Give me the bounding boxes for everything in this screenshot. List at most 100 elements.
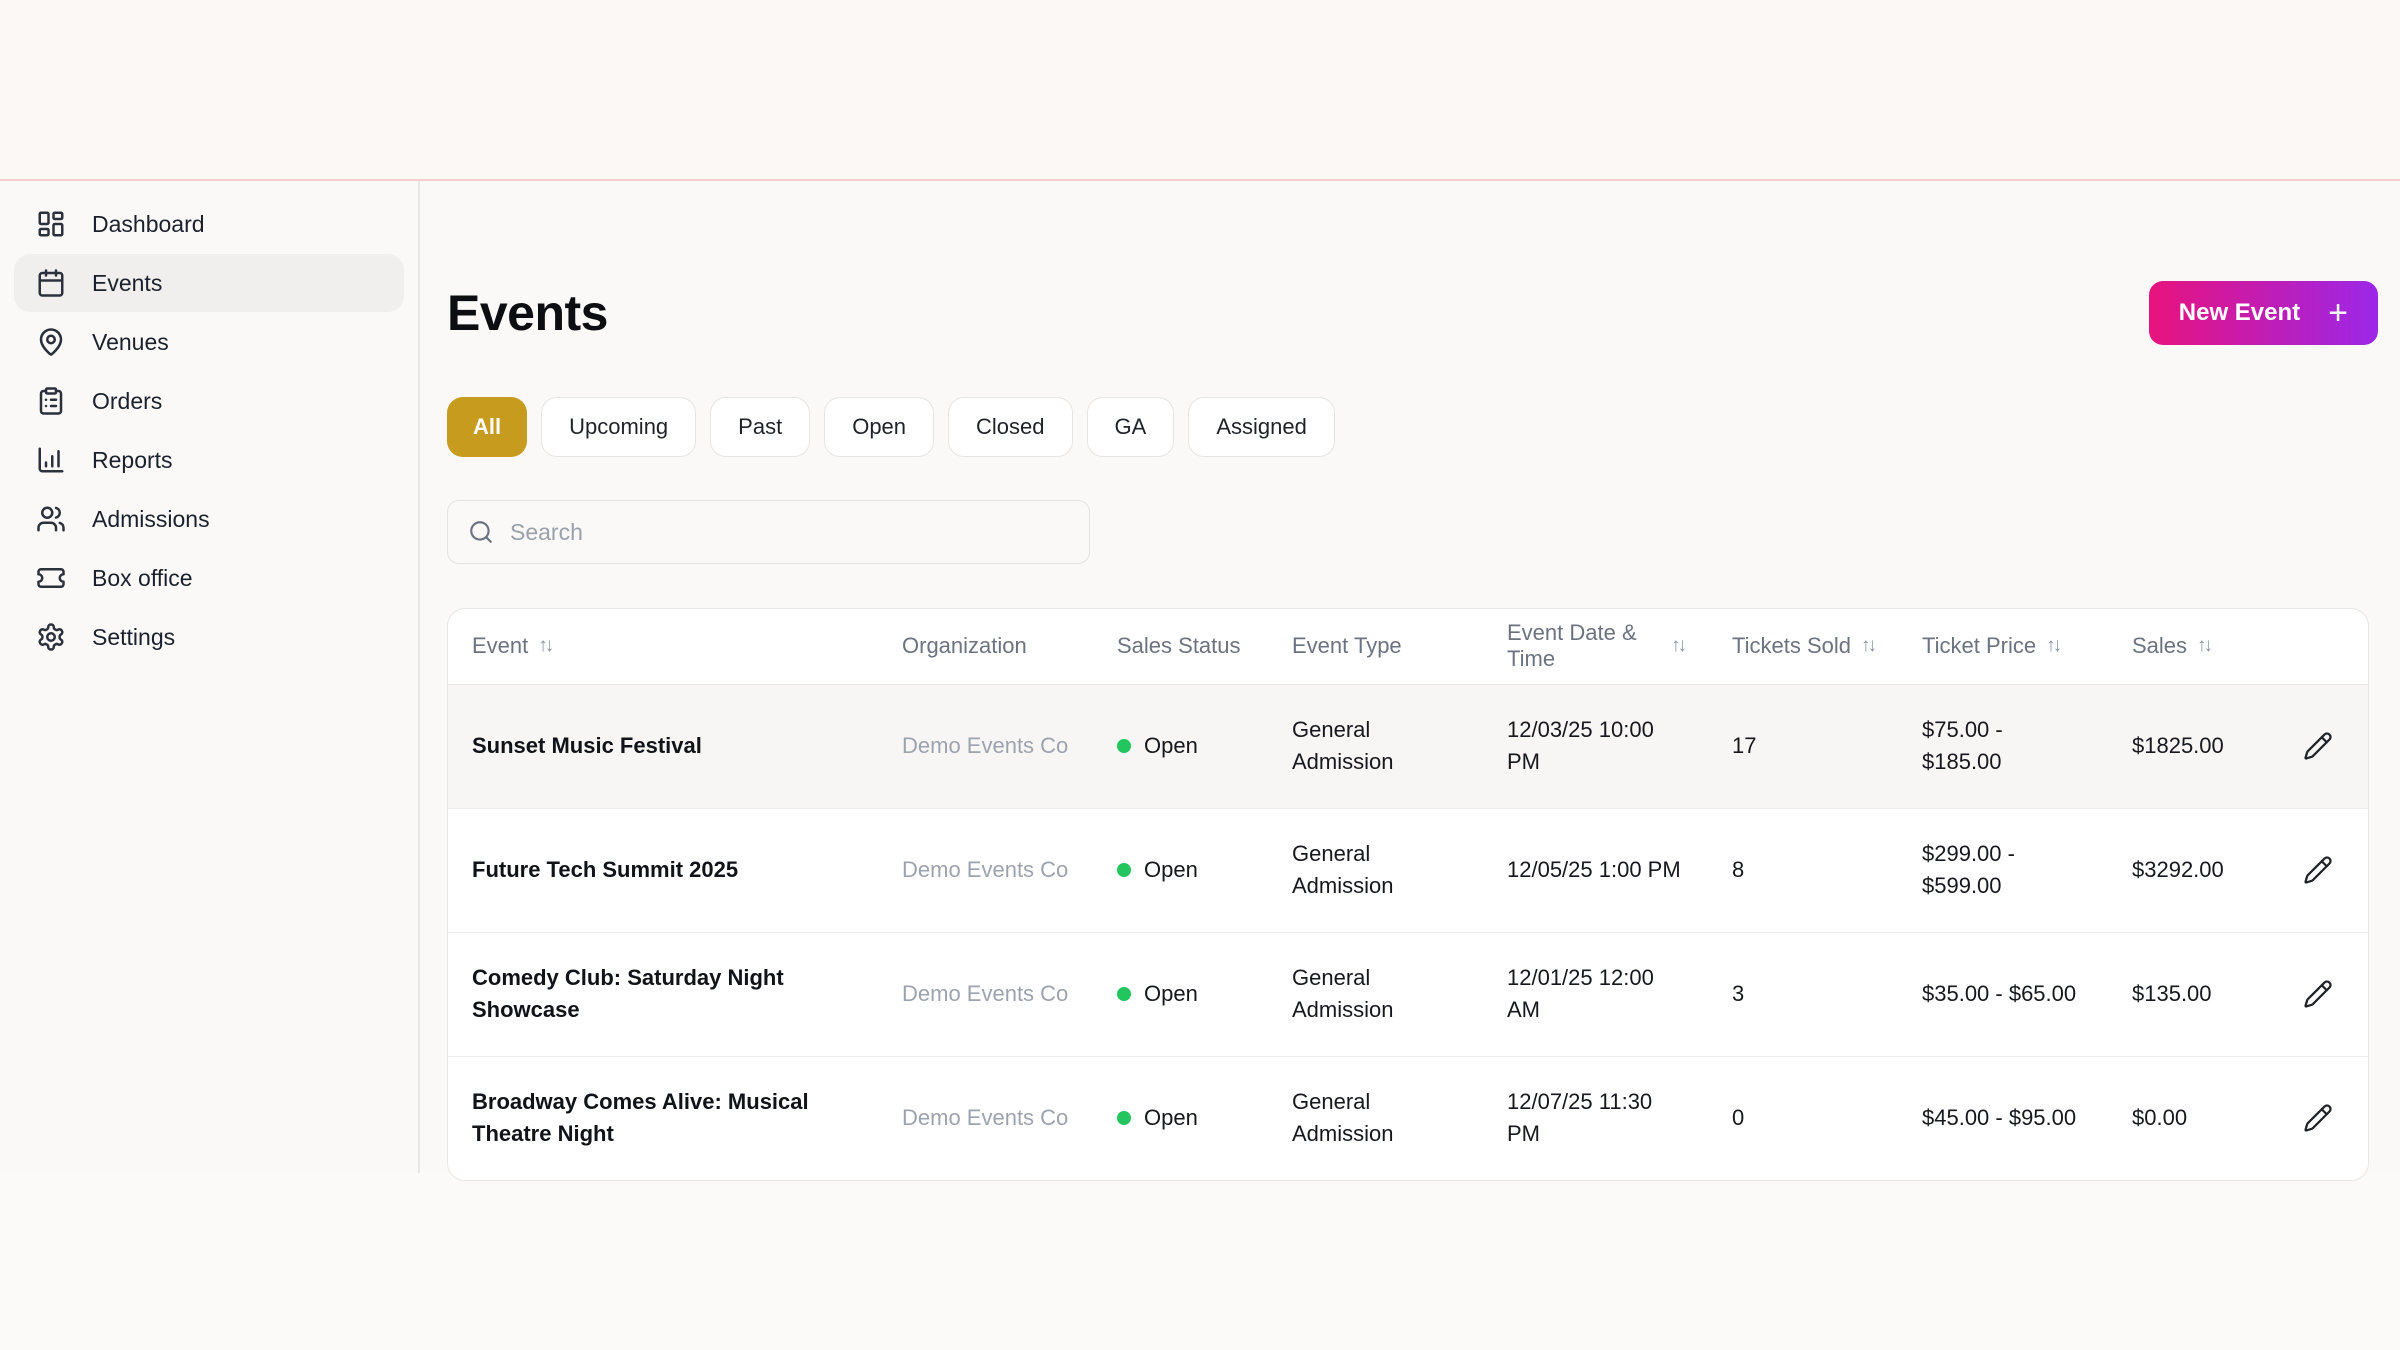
sidebar-item-label: Box office <box>92 564 193 591</box>
clipboard-icon <box>39 387 63 415</box>
sales-amount: $0.00 <box>2132 1105 2188 1131</box>
sidebar-item-reports[interactable]: Reports <box>14 431 404 489</box>
sidebar-item-box-office[interactable]: Box office <box>14 549 404 607</box>
column-header-sales-status: Sales Status <box>1093 609 1268 685</box>
status-label: Open <box>1144 857 1198 883</box>
table-row[interactable]: Broadway Comes Alive: Musical Theatre Ni… <box>448 1055 2368 1180</box>
sidebar-item-label: Admissions <box>92 505 210 532</box>
filter-chip-upcoming[interactable]: Upcoming <box>541 397 697 457</box>
status-label: Open <box>1144 981 1198 1007</box>
events-table-card: Event ↑↓ Organization Sales Status Event … <box>447 608 2369 1181</box>
filter-chip-ga[interactable]: GA <box>1086 397 1175 457</box>
filter-chip-all[interactable]: All <box>447 397 528 457</box>
gear-icon <box>38 623 64 651</box>
event-type: General Admission <box>1292 841 1394 898</box>
sort-icon: ↑↓ <box>2046 635 2062 657</box>
event-name: Comedy Club: Saturday Night Showcase <box>472 965 784 1022</box>
status-badge: Open <box>1117 1102 1244 1134</box>
dashboard-icon <box>38 211 64 237</box>
page-title: Events <box>447 285 608 341</box>
bar-chart-icon <box>38 447 64 473</box>
search-box <box>447 500 1090 564</box>
sort-icon: ↑↓ <box>1861 635 1877 657</box>
table-row[interactable]: Sunset Music Festival Demo Events Co Ope… <box>448 684 2368 808</box>
filter-chip-open[interactable]: Open <box>824 397 935 457</box>
filter-chip-past[interactable]: Past <box>710 397 811 457</box>
sidebar: Dashboard Events Venues Orders Reports A… <box>0 181 420 1173</box>
tickets-sold: 17 <box>1732 733 1757 759</box>
new-event-label: New Event <box>2178 299 2301 326</box>
sidebar-item-label: Dashboard <box>92 210 205 237</box>
sales-amount: $135.00 <box>2132 981 2212 1007</box>
table-header-row: Event ↑↓ Organization Sales Status Event … <box>448 609 2368 685</box>
sort-icon: ↑↓ <box>1671 635 1687 657</box>
sort-icon: ↑↓ <box>538 635 554 657</box>
users-icon <box>37 506 65 532</box>
events-table: Event ↑↓ Organization Sales Status Event … <box>448 609 2368 1180</box>
edit-event-button[interactable] <box>2297 725 2339 767</box>
sidebar-item-events[interactable]: Events <box>14 254 404 312</box>
event-name: Broadway Comes Alive: Musical Theatre Ni… <box>472 1089 809 1147</box>
top-band <box>0 0 2400 181</box>
sidebar-item-label: Events <box>92 269 163 296</box>
event-date: 12/01/25 12:00 AM <box>1507 965 1654 1022</box>
plus-icon: + <box>2328 294 2348 332</box>
column-header-tickets-sold[interactable]: Tickets Sold ↑↓ <box>1708 609 1898 685</box>
sidebar-item-label: Orders <box>92 387 163 414</box>
status-dot-icon <box>1117 986 1131 1001</box>
status-dot-icon <box>1117 862 1131 877</box>
sales-amount: $1825.00 <box>2132 733 2224 759</box>
event-date: 12/05/25 1:00 PM <box>1507 857 1681 883</box>
sidebar-item-admissions[interactable]: Admissions <box>14 490 404 548</box>
pencil-icon <box>2304 1104 2332 1132</box>
column-header-date[interactable]: Event Date & Time ↑↓ <box>1483 609 1708 685</box>
sidebar-nav: Dashboard Events Venues Orders Reports A… <box>0 195 418 666</box>
filter-chips: All Upcoming Past Open Closed GA Assigne… <box>447 397 2378 457</box>
table-row[interactable]: Comedy Club: Saturday Night Showcase Dem… <box>448 931 2368 1056</box>
sidebar-item-label: Settings <box>92 623 176 650</box>
ticket-price: $75.00 - $185.00 <box>1922 717 2003 774</box>
filter-chip-closed[interactable]: Closed <box>948 397 1073 457</box>
column-header-event[interactable]: Event ↑↓ <box>448 609 878 685</box>
event-name: Future Tech Summit 2025 <box>472 857 739 883</box>
column-header-event-type: Event Type <box>1268 609 1483 685</box>
organization: Demo Events Co <box>902 733 1069 759</box>
status-dot-icon <box>1117 738 1131 753</box>
column-header-sales[interactable]: Sales ↑↓ <box>2108 609 2273 685</box>
calendar-icon <box>38 269 64 297</box>
edit-event-button[interactable] <box>2297 1097 2339 1139</box>
status-badge: Open <box>1117 978 1244 1010</box>
event-date: 12/03/25 10:00 PM <box>1507 717 1654 774</box>
sidebar-item-settings[interactable]: Settings <box>14 608 404 666</box>
column-header-actions <box>2273 609 2368 685</box>
status-badge: Open <box>1117 854 1244 886</box>
status-dot-icon <box>1117 1111 1131 1126</box>
event-name: Sunset Music Festival <box>472 733 702 759</box>
organization: Demo Events Co <box>902 1105 1069 1131</box>
edit-event-button[interactable] <box>2297 849 2339 891</box>
ticket-price: $35.00 - $65.00 <box>1922 981 2077 1007</box>
sidebar-item-orders[interactable]: Orders <box>14 372 404 430</box>
organization: Demo Events Co <box>902 857 1069 883</box>
table-row[interactable]: Future Tech Summit 2025 Demo Events Co O… <box>448 807 2368 932</box>
pencil-icon <box>2304 856 2332 884</box>
app-frame: Dashboard Events Venues Orders Reports A… <box>0 181 2400 1181</box>
filter-chip-assigned[interactable]: Assigned <box>1188 397 1335 457</box>
sales-amount: $3292.00 <box>2132 857 2224 883</box>
sidebar-item-label: Venues <box>92 328 169 355</box>
sidebar-item-venues[interactable]: Venues <box>14 313 404 371</box>
sidebar-item-dashboard[interactable]: Dashboard <box>14 195 404 253</box>
status-label: Open <box>1144 1105 1198 1131</box>
tickets-sold: 8 <box>1732 857 1745 883</box>
page-header: Events New Event + <box>447 281 2378 345</box>
tickets-sold: 0 <box>1732 1105 1745 1131</box>
tickets-sold: 3 <box>1732 981 1745 1007</box>
search-input[interactable] <box>510 518 1069 546</box>
new-event-button[interactable]: New Event + <box>2148 281 2378 345</box>
edit-event-button[interactable] <box>2297 973 2339 1015</box>
ticket-price: $45.00 - $95.00 <box>1922 1105 2077 1131</box>
pencil-icon <box>2304 732 2332 760</box>
column-header-ticket-price[interactable]: Ticket Price ↑↓ <box>1898 609 2108 685</box>
map-pin-icon <box>39 328 63 356</box>
event-type: General Admission <box>1292 717 1394 774</box>
